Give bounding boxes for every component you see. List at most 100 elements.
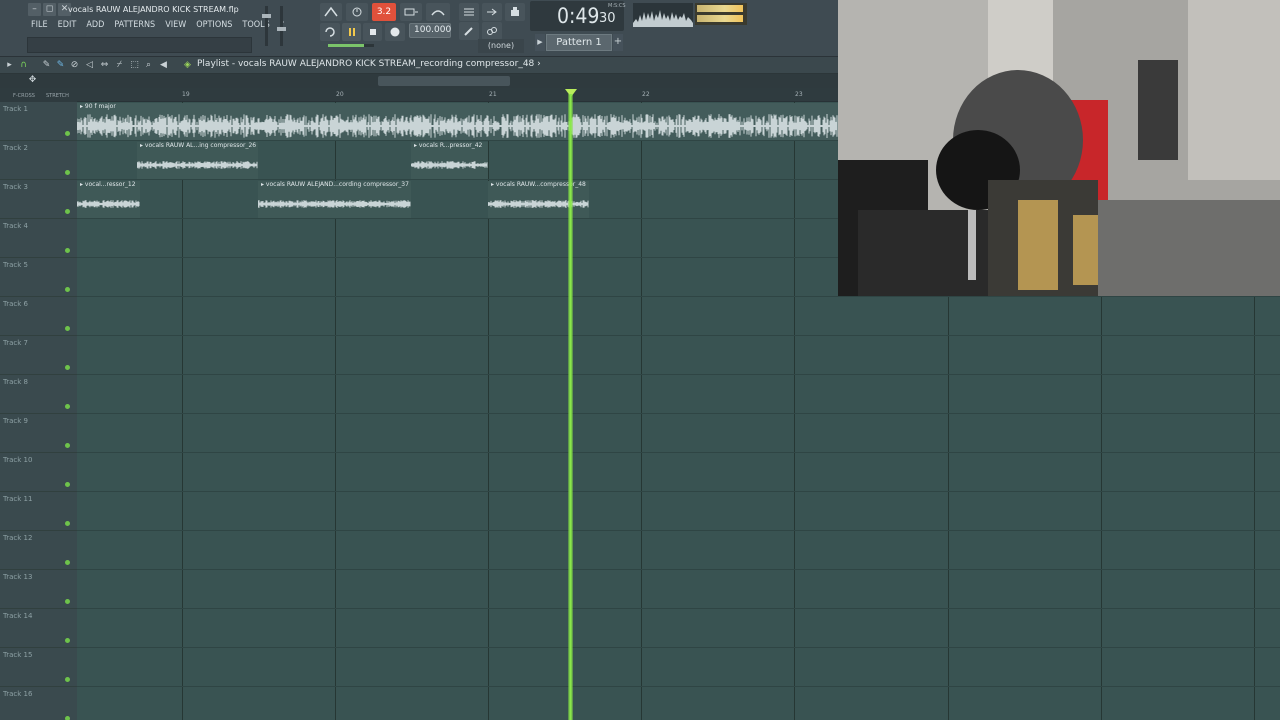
pattern-prev-button[interactable]: ▶ <box>535 34 545 51</box>
track-header[interactable]: Track 15 <box>0 648 77 687</box>
mixer-icon[interactable] <box>505 3 525 21</box>
audio-clip-track3-c[interactable]: ▸ vocals RAUW...compressor_48 <box>488 181 589 218</box>
track-header[interactable]: Track 2 <box>0 141 77 180</box>
master-pitch-knob[interactable] <box>277 27 286 31</box>
link-icon[interactable] <box>482 22 502 40</box>
clip-label: ▸ vocals RAUW ALEJAND...cording compress… <box>261 181 409 188</box>
track-header[interactable]: Track 8 <box>0 375 77 414</box>
track-header[interactable]: Track 11 <box>0 492 77 531</box>
track-name: Track 4 <box>3 222 28 230</box>
crossfade-label[interactable]: F-CROSS <box>13 93 35 99</box>
playback-tool-icon[interactable]: ◀ <box>158 60 169 71</box>
track-enable-led[interactable] <box>65 482 70 487</box>
track-header[interactable]: Track 7 <box>0 336 77 375</box>
master-volume-knob[interactable] <box>262 14 271 18</box>
arrow-right-icon[interactable] <box>482 3 502 21</box>
track-enable-led[interactable] <box>65 599 70 604</box>
audio-clip-track1[interactable]: ▸ 90 f major <box>77 103 838 140</box>
timeline-ruler[interactable]: 19 20 21 22 23 <box>77 88 838 102</box>
clip-label: ▸ vocal...ressor_12 <box>80 181 136 188</box>
master-pitch-slider[interactable] <box>280 6 283 46</box>
delete-tool-icon[interactable]: ⊘ <box>69 60 80 71</box>
audio-clip-track3-a[interactable]: ▸ vocal...ressor_12 <box>77 181 140 218</box>
master-volume-slider[interactable] <box>265 6 268 46</box>
song-time-display[interactable]: 0:49 30 M:S:CS <box>530 1 626 31</box>
audio-clip-track2-a[interactable]: ▸ vocals RAUW AL...ing compressor_26 <box>137 142 258 179</box>
menu-patterns[interactable]: PATTERNS <box>110 19 159 32</box>
snap-selector[interactable]: (none) <box>478 39 524 53</box>
track-enable-led[interactable] <box>65 326 70 331</box>
track-enable-led[interactable] <box>65 248 70 253</box>
loop-record-icon[interactable] <box>426 3 450 21</box>
clip-label: ▸ vocals RAUW AL...ing compressor_26 <box>140 142 257 149</box>
menu-file[interactable]: FILE <box>27 19 52 32</box>
pencil-icon[interactable] <box>459 22 479 40</box>
main-toolbar: – ◻ ✕ vocals RAUW ALEJANDRO KICK STREAM.… <box>0 0 838 57</box>
track-enable-led[interactable] <box>65 287 70 292</box>
track-header[interactable]: Track 3 <box>0 180 77 219</box>
track-header[interactable]: Track 5 <box>0 258 77 297</box>
track-enable-led[interactable] <box>65 716 70 720</box>
audio-clip-track2-b[interactable]: ▸ vocals R...pressor_42 <box>411 142 488 179</box>
stop-button[interactable] <box>363 23 382 41</box>
playlist-icon[interactable] <box>459 3 479 21</box>
wait-for-input-icon[interactable] <box>346 3 368 21</box>
playlist-arrows-icon[interactable]: ◈ <box>182 60 193 71</box>
magnet-icon[interactable]: ∩ <box>18 60 29 71</box>
zoom-tool-icon[interactable]: ⌕ <box>143 60 154 71</box>
playlist-horizontal-scrollbar[interactable]: ✥ <box>0 74 838 88</box>
track-header[interactable]: Track 6 <box>0 297 77 336</box>
clip-waveform <box>258 200 411 208</box>
step-edit-icon[interactable] <box>400 3 422 21</box>
track-header[interactable]: Track 13 <box>0 570 77 609</box>
record-button[interactable] <box>385 23 405 41</box>
clip-waveform <box>77 200 140 208</box>
multi-arrow-icon[interactable]: ✥ <box>27 75 38 86</box>
menu-add[interactable]: ADD <box>82 19 108 32</box>
file-title: vocals RAUW ALEJANDRO KICK STREAM.flp <box>68 5 239 14</box>
playlist-menu-arrow-icon[interactable]: ▸ <box>4 60 15 71</box>
track-row-divider <box>77 686 1280 687</box>
draw-tool-icon[interactable]: ✎ <box>41 60 52 71</box>
track-header[interactable]: Track 1 <box>0 102 77 141</box>
track-enable-led[interactable] <box>65 209 70 214</box>
menu-options[interactable]: OPTIONS <box>192 19 236 32</box>
track-enable-led[interactable] <box>65 131 70 136</box>
tempo-display[interactable]: 100.000 <box>409 23 451 38</box>
track-enable-led[interactable] <box>65 404 70 409</box>
slice-tool-icon[interactable]: ⌿ <box>114 60 125 71</box>
pattern-add-button[interactable]: + <box>613 34 623 51</box>
menu-edit[interactable]: EDIT <box>54 19 81 32</box>
restore-button[interactable]: ◻ <box>43 3 56 16</box>
scrollbar-thumb[interactable] <box>378 76 510 86</box>
track-header[interactable]: Track 4 <box>0 219 77 258</box>
track-enable-led[interactable] <box>65 443 70 448</box>
paint-tool-icon[interactable]: ✎ <box>55 60 66 71</box>
track-enable-led[interactable] <box>65 638 70 643</box>
metronome-icon[interactable] <box>320 3 342 21</box>
track-enable-led[interactable] <box>65 677 70 682</box>
track-enable-led[interactable] <box>65 521 70 526</box>
pause-button[interactable] <box>342 23 361 41</box>
track-header[interactable]: Track 10 <box>0 453 77 492</box>
track-enable-led[interactable] <box>65 560 70 565</box>
pattern-selector[interactable]: Pattern 1 <box>546 34 612 51</box>
pattern-song-toggle-icon[interactable] <box>320 23 340 41</box>
countdown-button[interactable]: 3.2 <box>372 3 396 21</box>
select-tool-icon[interactable]: ⬚ <box>129 60 140 71</box>
track-header[interactable]: Track 14 <box>0 609 77 648</box>
slip-tool-icon[interactable]: ⇔ <box>99 60 110 71</box>
track-header[interactable]: Track 16 <box>0 687 77 720</box>
stretch-label[interactable]: STRETCH <box>46 93 69 99</box>
track-header[interactable]: Track 9 <box>0 414 77 453</box>
playhead-line[interactable] <box>568 94 573 720</box>
menu-view[interactable]: VIEW <box>161 19 190 32</box>
track-enable-led[interactable] <box>65 170 70 175</box>
audio-clip-track3-b[interactable]: ▸ vocals RAUW ALEJAND...cording compress… <box>258 181 411 218</box>
menu-tools[interactable]: TOOLS <box>238 19 273 32</box>
mute-tool-icon[interactable]: ◁ <box>84 60 95 71</box>
track-enable-led[interactable] <box>65 365 70 370</box>
track-header[interactable]: Track 12 <box>0 531 77 570</box>
bar-line <box>641 102 642 720</box>
minimize-button[interactable]: – <box>28 3 41 16</box>
